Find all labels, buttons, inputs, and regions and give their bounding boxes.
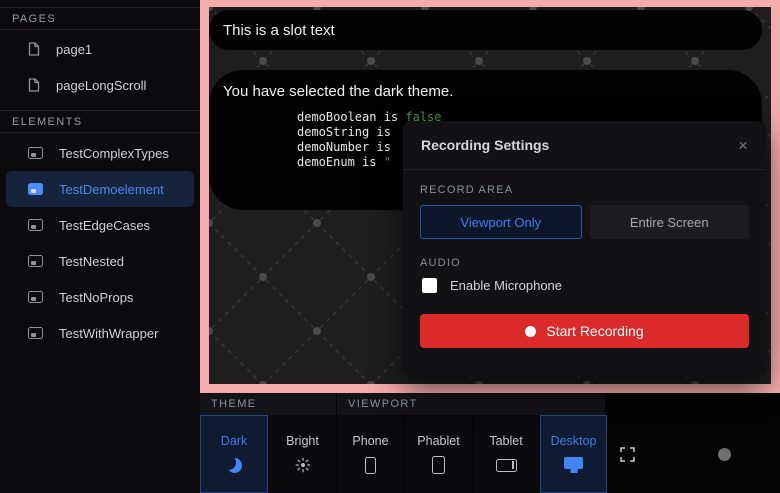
viewport-tablet-label: Tablet: [489, 434, 522, 448]
sidebar-item-testwithwrapper[interactable]: TestWithWrapper: [6, 315, 194, 351]
element-icon: [28, 291, 43, 303]
record-area-options: Viewport Only Entire Screen: [420, 205, 749, 239]
code-line-prefix: demoString is: [297, 125, 398, 139]
sidebar-item-label: page1: [56, 42, 92, 57]
elements-section-header: ELEMENTS: [0, 110, 200, 133]
modal-header: Recording Settings ×: [403, 121, 766, 170]
sidebar-item-pagelongscroll[interactable]: pageLongScroll: [6, 67, 194, 103]
sidebar-item-testnoprops[interactable]: TestNoProps: [6, 279, 194, 315]
code-line-prefix: demoEnum is: [297, 155, 384, 169]
start-recording-label: Start Recording: [546, 323, 643, 339]
sidebar: PAGES page1 pageLongScroll ELEMENTS Test…: [0, 0, 200, 493]
element-icon: [28, 219, 43, 231]
close-icon[interactable]: ×: [738, 137, 748, 154]
modal-body: RECORD AREA Viewport Only Entire Screen …: [403, 170, 766, 348]
modal-title: Recording Settings: [421, 137, 549, 153]
sidebar-item-label: TestWithWrapper: [59, 326, 158, 341]
pages-list: page1 pageLongScroll: [0, 30, 200, 105]
sidebar-item-testnested[interactable]: TestNested: [6, 243, 194, 279]
sidebar-item-label: TestEdgeCases: [59, 218, 150, 233]
pages-header-label: PAGES: [12, 13, 56, 25]
viewport-desktop-label: Desktop: [551, 434, 597, 448]
element-icon: [28, 183, 43, 195]
theme-dark-button[interactable]: Dark: [200, 415, 268, 493]
viewport-only-button[interactable]: Viewport Only: [420, 205, 582, 239]
bottom-toolbar: THEME VIEWPORT Dark Bright: [200, 393, 780, 493]
slot-text-box: This is a slot text: [209, 10, 762, 50]
sidebar-item-page1[interactable]: page1: [6, 31, 194, 67]
sidebar-item-label: TestNoProps: [59, 290, 133, 305]
record-dot-icon: [525, 326, 536, 337]
microphone-row: Enable Microphone: [422, 278, 749, 293]
tablet-icon: [496, 459, 517, 472]
element-icon: [28, 255, 43, 267]
enable-microphone-checkbox[interactable]: [422, 278, 437, 293]
element-icon: [28, 147, 43, 159]
pages-section-header: PAGES: [0, 7, 200, 30]
fullscreen-icon[interactable]: [620, 447, 635, 462]
desktop-monitor-icon: [564, 457, 583, 469]
viewport-phablet-button[interactable]: Phablet: [405, 415, 472, 493]
elements-list: TestComplexTypes TestDemoelement TestEdg…: [0, 133, 200, 351]
sidebar-item-testedgecases[interactable]: TestEdgeCases: [6, 207, 194, 243]
audio-label: AUDIO: [420, 257, 749, 269]
record-area-label: RECORD AREA: [420, 184, 749, 196]
viewport-phablet-label: Phablet: [417, 434, 459, 448]
toolbar-buttons: Dark Bright Phone Pha: [200, 415, 780, 493]
sidebar-item-testdemoelement[interactable]: TestDemoelement: [6, 171, 194, 207]
theme-dark-label: Dark: [221, 434, 247, 448]
sidebar-item-label: TestComplexTypes: [59, 146, 169, 161]
record-status-icon[interactable]: [718, 448, 731, 461]
element-icon: [28, 327, 43, 339]
sidebar-item-testcomplextypes[interactable]: TestComplexTypes: [6, 135, 194, 171]
viewport-header-label: VIEWPORT: [348, 398, 418, 410]
phone-icon: [365, 457, 376, 474]
viewport-tablet-button[interactable]: Tablet: [473, 415, 539, 493]
toolbar-headers: THEME VIEWPORT: [200, 393, 780, 415]
theme-bright-button[interactable]: Bright: [269, 415, 336, 493]
code-line-prefix: demoBoolean is: [297, 110, 405, 124]
code-line-prefix: demoNumber is: [297, 140, 398, 154]
viewport-section-header: VIEWPORT: [337, 393, 605, 415]
document-icon: [28, 42, 40, 56]
entire-screen-button[interactable]: Entire Screen: [590, 205, 750, 239]
viewport-phone-label: Phone: [352, 434, 388, 448]
theme-section-header: THEME: [200, 393, 336, 415]
theme-bright-label: Bright: [286, 434, 319, 448]
sun-icon: [295, 457, 311, 473]
viewport-desktop-button[interactable]: Desktop: [540, 415, 607, 493]
document-icon: [28, 78, 40, 92]
code-line-value: ": [384, 155, 391, 169]
moon-icon: [227, 458, 242, 473]
sidebar-item-label: TestDemoelement: [59, 182, 164, 197]
viewport-phone-button[interactable]: Phone: [337, 415, 404, 493]
sidebar-item-label: TestNested: [59, 254, 124, 269]
slot-text: This is a slot text: [223, 22, 335, 39]
theme-header-label: THEME: [211, 398, 257, 410]
theme-message: You have selected the dark theme.: [223, 83, 762, 100]
enable-microphone-label: Enable Microphone: [450, 278, 562, 293]
phablet-icon: [432, 456, 445, 474]
elements-header-label: ELEMENTS: [12, 116, 83, 128]
start-recording-button[interactable]: Start Recording: [420, 314, 749, 348]
recording-settings-modal: Recording Settings × RECORD AREA Viewpor…: [403, 121, 766, 375]
sidebar-item-label: pageLongScroll: [56, 78, 146, 93]
